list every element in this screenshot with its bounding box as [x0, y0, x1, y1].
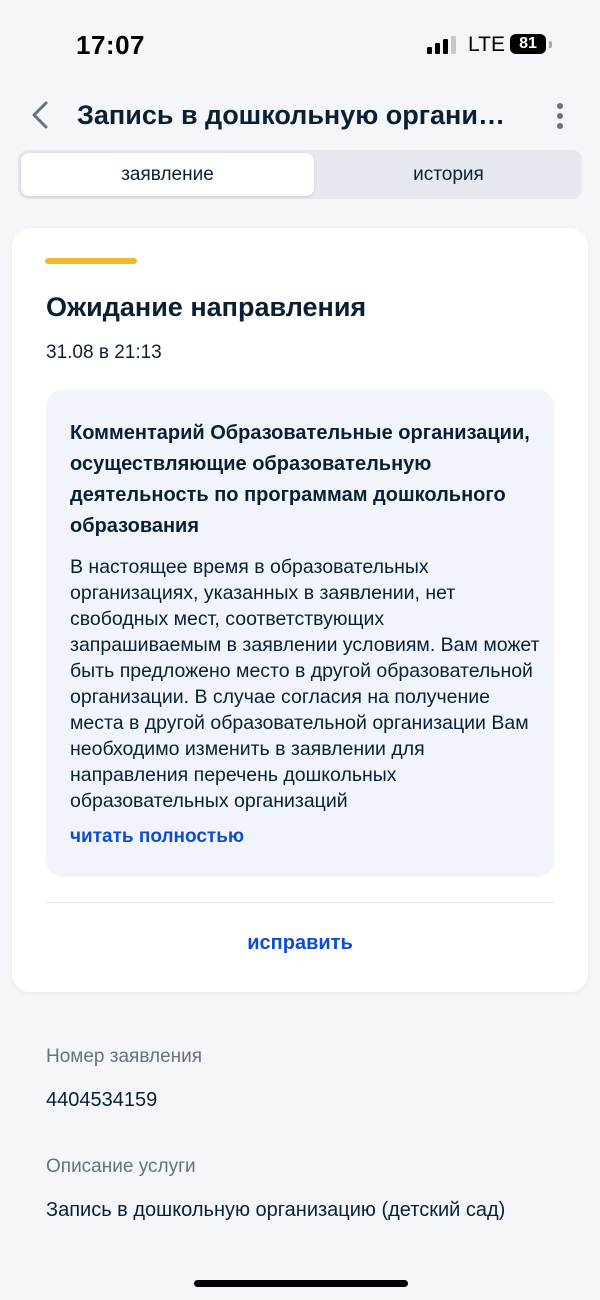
status-card: Ожидание направления 31.08 в 21:13 Комме… — [12, 228, 588, 992]
fix-button[interactable]: исправить — [12, 932, 588, 955]
tab-history[interactable]: история — [318, 153, 579, 196]
more-vertical-icon[interactable] — [548, 98, 572, 134]
comment-box: Комментарий Образовательные организации,… — [46, 390, 554, 877]
nav-bar: Запись в дошкольную организацию (детский… — [0, 90, 600, 142]
status-title: Ожидание направления — [46, 292, 367, 322]
page-title: Запись в дошкольную организацию (детский… — [77, 100, 517, 130]
status-date: 31.08 в 21:13 — [46, 342, 162, 363]
divider — [46, 902, 554, 903]
status-bar: 17:07 LTE 81 — [0, 0, 600, 90]
signal-icon — [427, 36, 457, 54]
network-type: LTE — [468, 33, 505, 56]
application-number-label: Номер заявления — [46, 1046, 203, 1067]
battery-icon: 81 — [510, 34, 546, 54]
service-description-label: Описание услуги — [46, 1156, 196, 1177]
service-description-value: Запись в дошкольную организацию (детский… — [46, 1199, 506, 1221]
read-more-link[interactable]: читать полностью — [70, 826, 244, 848]
home-indicator[interactable] — [194, 1280, 408, 1287]
comment-text: В настоящее время в образовательных орга… — [70, 556, 540, 812]
segmented-control: заявление история — [18, 150, 582, 199]
status-indicator-stripe — [45, 258, 137, 264]
status-time: 17:07 — [76, 30, 145, 60]
comment-title: Комментарий Образовательные организации,… — [70, 422, 530, 537]
battery-cap — [549, 41, 552, 48]
chevron-left-icon[interactable] — [24, 98, 58, 132]
tab-application[interactable]: заявление — [21, 153, 314, 196]
application-number-value: 4404534159 — [46, 1089, 158, 1111]
